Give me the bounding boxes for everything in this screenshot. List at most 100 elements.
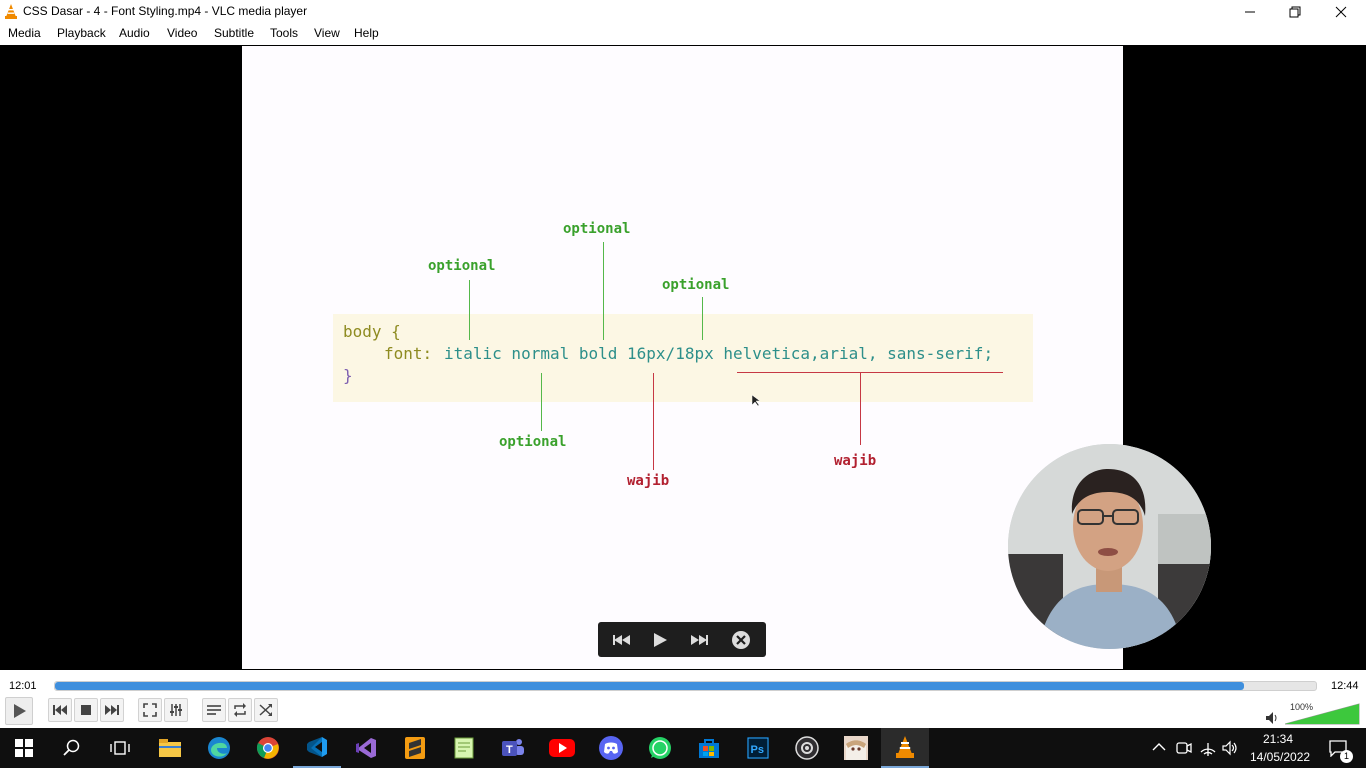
play-icon — [654, 633, 667, 647]
minimize-button[interactable] — [1227, 0, 1273, 23]
close-circle-icon — [732, 631, 750, 649]
connector-line — [702, 297, 703, 340]
code-property: font: — [384, 344, 433, 363]
taskbar-clock-date[interactable]: 14/05/2022 — [1250, 750, 1310, 764]
taskbar-vscode[interactable] — [293, 728, 341, 768]
underline-font-family — [737, 372, 1003, 373]
visual-studio-icon — [356, 738, 376, 758]
taskbar-photoshop[interactable]: Ps — [734, 728, 782, 768]
close-button[interactable] — [1318, 0, 1364, 23]
windows-start-icon — [15, 739, 33, 757]
notification-badge: 1 — [1340, 750, 1353, 763]
label-optional-bold: optional — [563, 221, 631, 237]
taskbar-store[interactable] — [685, 728, 733, 768]
extended-settings-button[interactable] — [164, 698, 188, 722]
label-wajib-size: wajib — [627, 473, 670, 489]
seek-slider[interactable] — [54, 681, 1317, 691]
label-wajib-family: wajib — [834, 453, 877, 469]
vlc-icon — [896, 736, 914, 758]
overlay-previous-button[interactable] — [611, 630, 633, 650]
obs-icon — [795, 736, 819, 760]
label-optional-normal: optional — [499, 434, 567, 450]
volume-icon[interactable] — [1265, 711, 1279, 725]
taskbar-file-explorer[interactable] — [146, 728, 194, 768]
menu-view[interactable]: View — [314, 26, 340, 40]
taskbar-notepad-plus[interactable] — [440, 728, 488, 768]
taskbar-youtube[interactable] — [538, 728, 586, 768]
overlay-next-button[interactable] — [688, 630, 710, 650]
taskbar-teams[interactable]: T — [489, 728, 537, 768]
menu-video[interactable]: Video — [167, 26, 197, 40]
shuffle-icon — [259, 704, 272, 716]
overlay-play-button[interactable] — [650, 630, 670, 650]
menu-audio[interactable]: Audio — [119, 26, 150, 40]
taskbar-visual-studio[interactable] — [342, 728, 390, 768]
taskbar-chrome[interactable] — [244, 728, 292, 768]
taskbar-anime-app[interactable] — [832, 728, 880, 768]
window-title: CSS Dasar - 4 - Font Styling.mp4 - VLC m… — [23, 4, 308, 18]
taskbar-sublime[interactable] — [391, 728, 439, 768]
close-icon — [1335, 6, 1347, 17]
minimize-icon — [1245, 11, 1255, 12]
next-button[interactable] — [100, 698, 124, 722]
shuffle-button[interactable] — [254, 698, 278, 722]
whatsapp-icon — [649, 737, 671, 759]
menu-subtitle[interactable]: Subtitle — [214, 26, 254, 40]
vlc-icon — [5, 4, 17, 19]
play-icon — [14, 704, 26, 718]
task-view-icon — [110, 741, 130, 755]
previous-button[interactable] — [48, 698, 72, 722]
next-icon — [105, 705, 119, 715]
discord-icon — [599, 736, 623, 760]
taskbar-edge[interactable] — [195, 728, 243, 768]
meet-now-icon[interactable] — [1176, 740, 1192, 756]
chevron-up-icon[interactable] — [1152, 742, 1166, 752]
connector-line — [541, 373, 542, 431]
fullscreen-icon — [143, 703, 157, 717]
code-closing-brace: } — [343, 366, 353, 385]
anime-app-icon — [844, 736, 868, 760]
label-optional-line-height: optional — [662, 277, 730, 293]
taskbar-discord[interactable] — [587, 728, 635, 768]
menu-tools[interactable]: Tools — [270, 26, 298, 40]
mouse-cursor-icon — [752, 395, 760, 407]
taskbar-clock-time[interactable]: 21:34 — [1262, 732, 1294, 746]
svg-text:T: T — [506, 744, 513, 756]
taskbar-search-button[interactable] — [48, 728, 96, 768]
playlist-icon — [207, 705, 221, 715]
taskbar-obs[interactable] — [783, 728, 831, 768]
volume-slider[interactable] — [1285, 702, 1361, 726]
stop-button[interactable] — [74, 698, 98, 722]
loop-button[interactable] — [228, 698, 252, 722]
play-button[interactable] — [5, 697, 33, 725]
overlay-close-button[interactable] — [731, 630, 751, 650]
menu-help[interactable]: Help — [354, 26, 379, 40]
taskbar-vlc[interactable] — [881, 728, 929, 768]
connector-line — [469, 280, 470, 340]
playlist-button[interactable] — [202, 698, 226, 722]
menu-playback[interactable]: Playback — [57, 26, 106, 40]
taskbar-whatsapp[interactable] — [636, 728, 684, 768]
fullscreen-button[interactable] — [138, 698, 162, 722]
webcam-presenter — [1008, 444, 1211, 649]
start-button[interactable] — [0, 728, 48, 768]
equalizer-icon — [170, 704, 182, 716]
video-frame-slide: body { font: italic normal bold 16px/18p… — [242, 46, 1123, 669]
code-values: italic normal bold 16px/18px helvetica,a… — [444, 344, 994, 363]
speaker-icon[interactable] — [1222, 740, 1238, 756]
loop-icon — [234, 703, 246, 717]
time-total: 12:44 — [1331, 680, 1359, 692]
restore-button[interactable] — [1272, 0, 1318, 23]
svg-text:Ps: Ps — [751, 744, 764, 756]
action-center-button[interactable]: 1 — [1320, 728, 1356, 768]
presenter-image — [1008, 444, 1211, 649]
connector-line — [603, 242, 604, 340]
previous-icon — [53, 705, 67, 715]
wifi-icon[interactable] — [1200, 740, 1216, 756]
menu-media[interactable]: Media — [8, 26, 41, 40]
connector-line — [653, 373, 654, 470]
youtube-icon — [549, 739, 575, 757]
label-optional-italic: optional — [428, 258, 496, 274]
task-view-button[interactable] — [96, 728, 144, 768]
sublime-text-icon — [405, 737, 425, 759]
